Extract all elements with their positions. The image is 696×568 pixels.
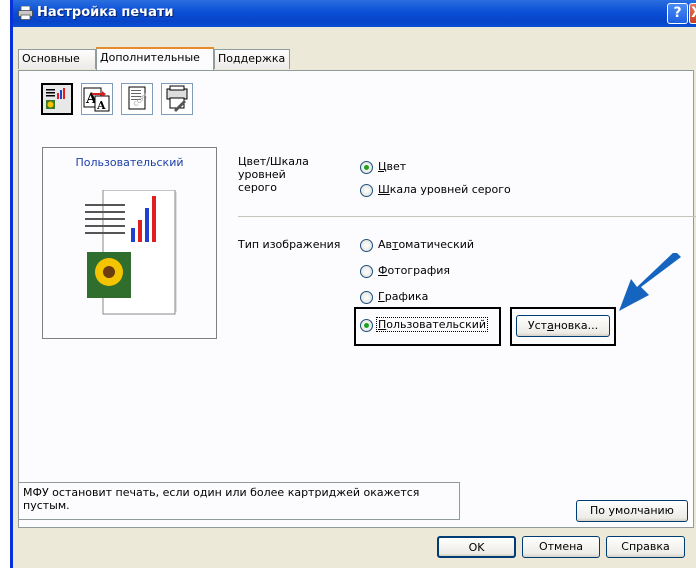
tools-icon	[166, 85, 188, 112]
tab-support[interactable]: Поддержка	[214, 49, 290, 69]
grayscale-option-label[interactable]: Шкала уровней серого	[378, 183, 511, 196]
status-message: МФУ остановит печать, если один или боле…	[18, 482, 460, 520]
print-settings-dialog: Настройка печати ? X Основные Дополнител…	[10, 0, 696, 568]
color-radio[interactable]	[360, 161, 373, 174]
printer-icon	[18, 6, 33, 20]
watermark-icon-button[interactable]: COPY	[121, 83, 153, 115]
color-settings-icon-button[interactable]	[41, 83, 73, 115]
preview-box: Пользовательский	[42, 147, 217, 339]
graphics-option-label[interactable]: Графика	[378, 290, 428, 303]
font-icon: A A	[83, 87, 110, 112]
custom-radio[interactable]	[360, 319, 373, 332]
default-button[interactable]: По умолчанию	[576, 500, 688, 522]
svg-text:A: A	[96, 99, 106, 112]
graphics-radio[interactable]	[360, 291, 373, 304]
color-grayscale-label: Цвет/Шкала уровней серого	[238, 155, 309, 194]
settings-button[interactable]: Установка...	[516, 315, 610, 337]
advanced-panel: A A COPY Пользовательский Цвет/Шкала уро…	[18, 70, 696, 528]
ok-button[interactable]: OK	[437, 536, 516, 558]
font-settings-icon-button[interactable]: A A	[81, 83, 113, 115]
background-strip	[0, 0, 3, 568]
callout-arrow-icon	[619, 253, 681, 311]
auto-option-label[interactable]: Автоматический	[378, 238, 474, 251]
color-page-icon	[46, 88, 65, 109]
auto-radio[interactable]	[360, 239, 373, 252]
photo-radio[interactable]	[360, 265, 373, 278]
help-button[interactable]: Справка	[606, 536, 685, 558]
close-button[interactable]: X	[689, 3, 696, 24]
window-title: Настройка печати	[37, 5, 174, 20]
title-bar[interactable]: Настройка печати ? X	[13, 0, 696, 27]
custom-option-label[interactable]: Пользовательский	[376, 317, 489, 332]
photo-option-label[interactable]: Фотография	[378, 264, 450, 277]
tab-advanced[interactable]: Дополнительные	[96, 47, 214, 70]
copy-watermark-icon: COPY	[128, 86, 149, 110]
sample-page-illustration	[85, 190, 177, 315]
color-option-label[interactable]: Цвет	[378, 160, 406, 173]
image-type-label: Тип изображения	[238, 238, 341, 251]
help-title-button[interactable]: ?	[667, 3, 688, 24]
device-options-icon-button[interactable]	[161, 83, 193, 115]
grayscale-radio[interactable]	[360, 184, 373, 197]
preview-caption: Пользовательский	[75, 156, 184, 169]
cancel-button[interactable]: Отмена	[522, 536, 600, 558]
section-divider	[238, 216, 696, 217]
tab-basic[interactable]: Основные	[18, 49, 96, 69]
